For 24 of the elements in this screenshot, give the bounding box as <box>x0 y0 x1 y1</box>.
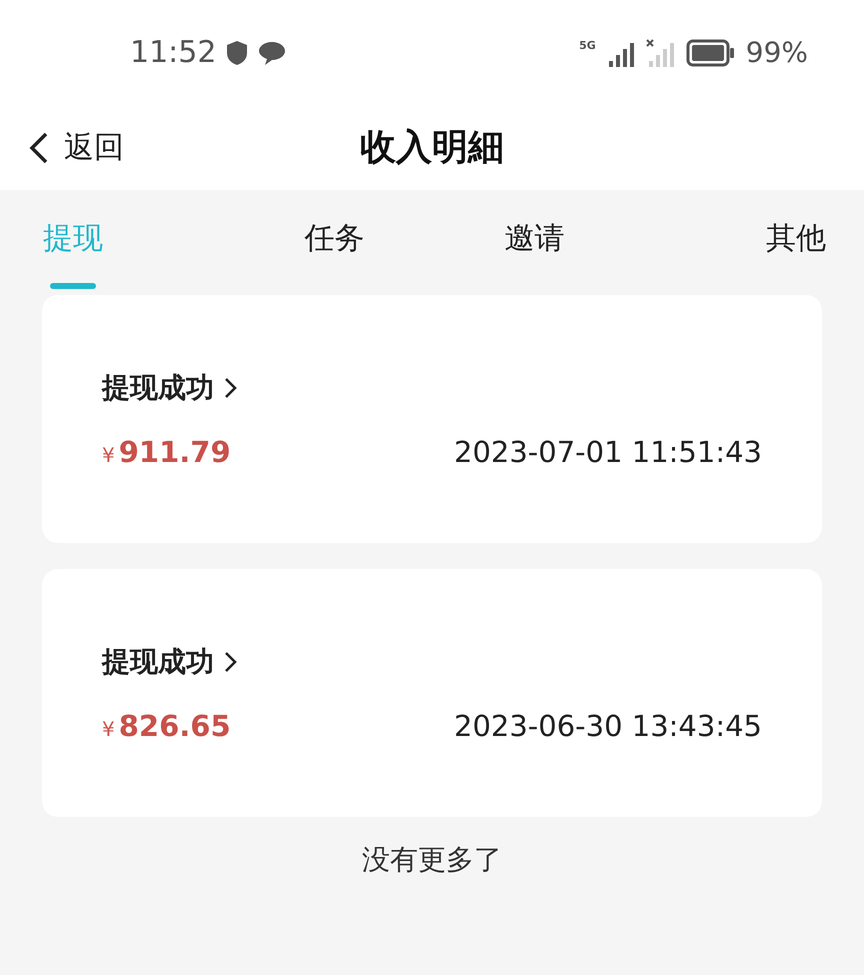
tab[interactable]: 其他 <box>758 190 834 295</box>
battery-percent: 99% <box>746 36 808 69</box>
record-amount: 911.79 <box>118 435 231 469</box>
battery-icon <box>686 38 736 66</box>
signal-icon <box>646 38 676 66</box>
page-title: 收入明細 <box>360 126 504 170</box>
record-status: 提现成功 <box>102 644 214 680</box>
back-button[interactable]: 返回 <box>0 127 124 168</box>
chevron-right-icon[interactable] <box>224 376 238 400</box>
record-status: 提现成功 <box>102 370 214 406</box>
status-time: 11:52 <box>130 35 216 70</box>
shield-icon <box>226 40 248 66</box>
network-label: 5G <box>579 39 596 52</box>
tab[interactable]: 任务 <box>296 190 373 295</box>
record-time: 2023-06-30 13:43:45 <box>454 709 762 743</box>
currency-sign: ¥ <box>102 443 115 467</box>
chat-bubble-icon <box>258 40 286 66</box>
tab[interactable]: 邀请 <box>496 190 572 295</box>
record-time: 2023-07-01 11:51:43 <box>454 435 762 469</box>
chevron-right-icon[interactable] <box>224 650 238 674</box>
record-amount: 826.65 <box>118 709 231 743</box>
currency-sign: ¥ <box>102 717 115 741</box>
end-of-list-text: 没有更多了 <box>362 843 502 876</box>
chevron-left-icon <box>28 130 50 164</box>
